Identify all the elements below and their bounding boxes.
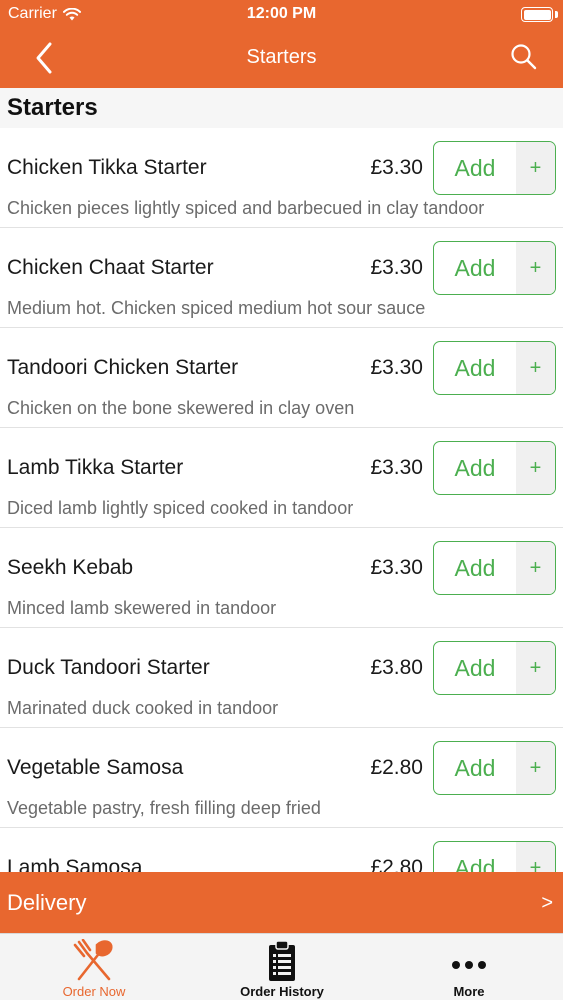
- fork-knife-icon-wrap: [0, 939, 188, 983]
- search-icon: [511, 44, 537, 70]
- status-time: 12:00 PM: [246, 5, 317, 22]
- item-price: £3.30: [370, 356, 423, 379]
- item-name: Chicken Tikka Starter: [7, 156, 207, 179]
- plus-icon: +: [516, 342, 555, 394]
- add-button[interactable]: Add +: [433, 741, 556, 795]
- app-header: Carrier 12:00 PM Starters: [0, 0, 563, 88]
- plus-icon: +: [516, 742, 555, 794]
- plus-icon: +: [516, 442, 555, 494]
- status-bar: Carrier 12:00 PM: [0, 0, 563, 30]
- plus-icon: +: [516, 642, 555, 694]
- more-dots-icon-wrap: [375, 939, 563, 983]
- add-button[interactable]: Add +: [433, 441, 556, 495]
- chevron-right-icon: >: [541, 892, 553, 914]
- item-name: Duck Tandoori Starter: [7, 656, 210, 679]
- clipboard-icon: [269, 940, 295, 981]
- item-description: Chicken on the bone skewered in clay ove…: [7, 398, 355, 418]
- menu-item: Chicken Chaat Starter £3.30 Medium hot. …: [0, 228, 563, 328]
- menu-list[interactable]: Chicken Tikka Starter £3.30 Chicken piec…: [0, 128, 563, 872]
- item-price: £3.80: [370, 656, 423, 679]
- menu-item: Duck Tandoori Starter £3.80 Marinated du…: [0, 628, 563, 728]
- item-description: Marinated duck cooked in tandoor: [7, 698, 279, 718]
- battery-icon: [521, 7, 553, 22]
- tab-label: Order History: [240, 984, 324, 999]
- more-dots-icon: [452, 961, 486, 969]
- tab-more[interactable]: More: [375, 934, 563, 1000]
- item-description: Vegetable pastry, fresh filling deep fri…: [7, 798, 321, 818]
- item-price: £2.80: [370, 756, 423, 779]
- section-header: Starters: [0, 88, 563, 128]
- add-label: Add: [454, 554, 496, 581]
- item-name: Lamb Samosa: [7, 856, 143, 872]
- plus-icon: +: [516, 142, 555, 194]
- item-name: Seekh Kebab: [7, 556, 134, 579]
- item-price: £2.80: [370, 856, 423, 872]
- clipboard-icon-wrap: [188, 939, 376, 983]
- add-label: Add: [454, 254, 496, 281]
- item-price: £3.30: [370, 556, 423, 579]
- menu-item: Lamb Tikka Starter £3.30 Diced lamb ligh…: [0, 428, 563, 528]
- plus-icon: +: [516, 542, 555, 594]
- item-description: Medium hot. Chicken spiced medium hot so…: [7, 298, 426, 318]
- item-price: £3.30: [370, 456, 423, 479]
- plus-icon: +: [516, 242, 555, 294]
- item-name: Tandoori Chicken Starter: [7, 356, 239, 379]
- item-price: £3.30: [370, 156, 423, 179]
- menu-item: Vegetable Samosa £2.80 Vegetable pastry,…: [0, 728, 563, 828]
- add-label: Add: [454, 154, 496, 181]
- add-label: Add: [454, 854, 496, 873]
- menu-item: Seekh Kebab £3.30 Minced lamb skewered i…: [0, 528, 563, 628]
- page-title: Starters: [246, 46, 317, 68]
- battery-level: [523, 9, 551, 20]
- add-label: Add: [454, 454, 496, 481]
- add-label: Add: [454, 654, 496, 681]
- tab-label: More: [453, 984, 485, 999]
- menu-item: Lamb Samosa £2.80 Add +: [0, 828, 563, 872]
- add-button[interactable]: Add +: [433, 541, 556, 595]
- item-price: £3.30: [370, 256, 423, 279]
- battery-tip: [555, 11, 558, 18]
- plus-icon: +: [516, 842, 555, 872]
- item-description: Diced lamb lightly spiced cooked in tand…: [7, 498, 354, 518]
- tab-label: Order Now: [62, 984, 126, 999]
- add-button[interactable]: Add +: [433, 841, 556, 872]
- tab-order-history[interactable]: Order History: [188, 934, 376, 1000]
- add-button[interactable]: Add +: [433, 641, 556, 695]
- item-name: Vegetable Samosa: [7, 756, 184, 779]
- item-name: Chicken Chaat Starter: [7, 256, 214, 279]
- fork-knife-icon: [73, 939, 113, 981]
- item-description: Chicken pieces lightly spiced and barbec…: [7, 198, 485, 218]
- tab-order-now[interactable]: Order Now: [0, 934, 188, 1000]
- add-button[interactable]: Add +: [433, 141, 556, 195]
- menu-item: Tandoori Chicken Starter £3.30 Chicken o…: [0, 328, 563, 428]
- search-button[interactable]: [509, 42, 539, 72]
- delivery-label: Delivery: [7, 890, 87, 915]
- add-label: Add: [454, 354, 496, 381]
- add-button[interactable]: Add +: [433, 241, 556, 295]
- add-label: Add: [454, 754, 496, 781]
- add-button[interactable]: Add +: [433, 341, 556, 395]
- tab-bar: Order Now Order History More: [0, 933, 563, 1000]
- nav-bar: Starters: [0, 30, 563, 88]
- menu-item: Chicken Tikka Starter £3.30 Chicken piec…: [0, 128, 563, 228]
- item-description: Minced lamb skewered in tandoor: [7, 598, 277, 618]
- item-name: Lamb Tikka Starter: [7, 456, 184, 479]
- section-title: Starters: [7, 94, 98, 121]
- delivery-bar[interactable]: Delivery >: [0, 872, 563, 933]
